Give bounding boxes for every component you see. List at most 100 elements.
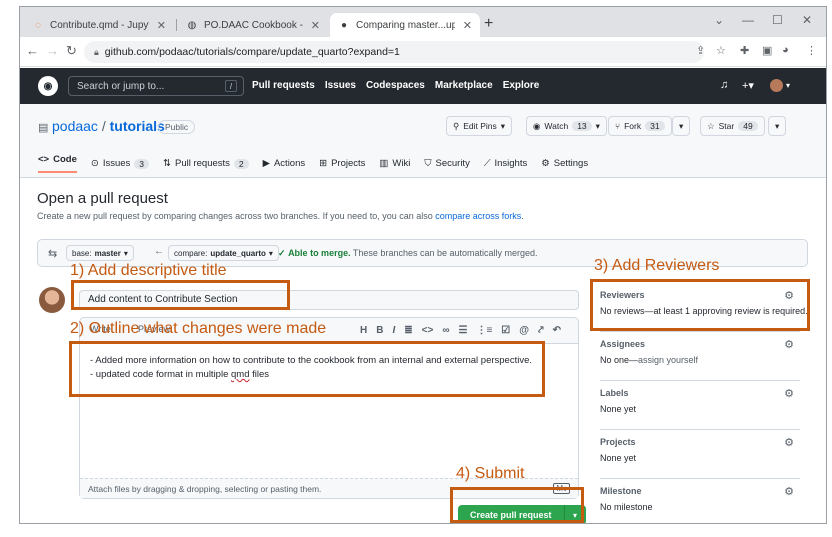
task-list-icon[interactable]: ☑ — [501, 325, 510, 336]
merge-status: ✓ Able to merge. These branches can be a… — [278, 248, 538, 258]
star-button[interactable]: ☆ Star 49 — [700, 116, 765, 136]
code-icon[interactable]: <> — [422, 325, 434, 336]
tab-separator — [176, 19, 177, 31]
code-icon: <> — [38, 154, 50, 165]
gear-icon[interactable]: ⚙ — [784, 338, 794, 351]
github-global-nav: Pull requests Issues Codespaces Marketpl… — [252, 80, 539, 91]
reference-icon[interactable]: ⤤ — [538, 325, 544, 336]
gear-icon[interactable]: ⚙ — [784, 485, 794, 498]
tab-code[interactable]: <> Code — [38, 154, 77, 173]
star-dropdown-button[interactable]: ▾ — [768, 116, 787, 136]
fork-dropdown-button[interactable]: ▾ — [672, 116, 691, 136]
annotation-add-reviewers: 3) Add Reviewers — [594, 257, 720, 274]
side-panel-icon[interactable]: ▣ — [762, 44, 772, 57]
star-icon: ☆ — [707, 120, 715, 131]
link-icon[interactable]: ∞ — [442, 325, 449, 336]
github-icon: ● — [340, 19, 348, 31]
gear-icon[interactable]: ⚙ — [784, 436, 794, 449]
back-icon[interactable]: ← — [26, 43, 39, 58]
tab-actions[interactable]: ▶ Actions — [263, 154, 305, 173]
annotation-outline-changes: 2) Outline what changes were made — [70, 320, 327, 337]
italic-icon[interactable]: I — [392, 325, 395, 336]
annotation-box-reviewers — [590, 279, 810, 331]
quote-icon[interactable]: ≣ — [404, 325, 412, 336]
visibility-badge: Public — [158, 120, 196, 134]
compare-arrows-icon: ⇆ — [48, 248, 58, 260]
watch-button[interactable]: ◉ Watch 13 ▾ — [526, 116, 607, 136]
new-tab-icon[interactable]: + — [484, 15, 493, 33]
pin-icon: ⚲ — [453, 120, 460, 131]
mention-icon[interactable]: @ — [519, 325, 529, 336]
tab-issues[interactable]: ⊙ Issues 3 — [91, 154, 150, 173]
markdown-toolbar: H B I ≣ <> ∞ ☰ ⋮≡ ☑ @ ⤤ ↶ — [360, 325, 561, 336]
table-icon: ⊞ — [319, 158, 328, 169]
minimize-icon[interactable]: — — [742, 13, 754, 27]
gear-icon[interactable]: ⚙ — [784, 387, 794, 400]
chevron-down-icon: ▾ — [500, 120, 506, 131]
author-avatar — [39, 287, 65, 313]
sidebar-assignees: Assignees ⚙ No one—assign yourself — [600, 339, 800, 381]
reload-icon[interactable]: ↻ — [66, 43, 77, 59]
repo-tabs: <> Code ⊙ Issues 3 ⇅ Pull requests 2 ▶ Actions… — [38, 154, 588, 173]
share-icon[interactable]: ⇪ — [696, 44, 705, 57]
forward-icon[interactable]: → — [46, 43, 59, 58]
bulleted-list-icon[interactable]: ☰ — [458, 325, 467, 336]
annotation-box-title — [71, 280, 290, 310]
search-shortcut-key: / — [225, 80, 237, 92]
tab-insights[interactable]: ⟋ Insights — [484, 154, 527, 173]
base-branch-select[interactable]: base: master ▾ — [66, 245, 134, 261]
lock-icon: 🔒︎ — [94, 46, 99, 57]
sidebar-projects: Projects ⚙ None yet — [600, 437, 800, 479]
nav-explore[interactable]: Explore — [503, 80, 540, 91]
chevron-down-icon[interactable]: ▾ — [786, 81, 790, 90]
github-logo-icon[interactable]: ◉ — [38, 76, 58, 96]
search-input[interactable]: Search or jump to... / — [68, 76, 244, 96]
browser-tab-jupyterlab[interactable]: ◌ Contribute.qmd - JupyterLab ✕ — [24, 13, 174, 37]
tab-settings[interactable]: ⚙ Settings — [541, 154, 588, 173]
tab-security[interactable]: ⛉ Security — [424, 154, 469, 173]
tab-pull-requests[interactable]: ⇅ Pull requests 2 — [163, 154, 249, 173]
notifications-bell-icon[interactable]: ♫ — [720, 79, 728, 91]
annotation-add-title: 1) Add descriptive title — [70, 262, 227, 279]
compare-branch-select[interactable]: compare: update_quarto ▾ — [168, 245, 279, 261]
bookmark-star-icon[interactable]: ☆ — [716, 44, 726, 57]
nav-pull-requests[interactable]: Pull requests — [252, 80, 315, 91]
address-bar[interactable]: 🔒︎ github.com/podaac/tutorials/compare/u… — [84, 41, 704, 63]
tab-projects[interactable]: ⊞ Projects — [319, 154, 365, 173]
repo-owner-link[interactable]: podaac — [52, 118, 98, 134]
create-new-plus-icon[interactable]: +▾ — [742, 79, 754, 92]
nav-codespaces[interactable]: Codespaces — [366, 80, 425, 91]
repo-name-link[interactable]: tutorials — [110, 118, 165, 134]
extensions-icon[interactable]: ✚ — [740, 44, 749, 57]
edit-pins-button[interactable]: ⚲ Edit Pins ▾ — [446, 116, 513, 136]
profile-avatar[interactable]: ◕ — [782, 44, 789, 56]
close-tab-icon[interactable]: ✕ — [157, 19, 166, 32]
page-title: Open a pull request — [37, 190, 168, 207]
numbered-list-icon[interactable]: ⋮≡ — [476, 325, 492, 336]
close-tab-icon[interactable]: ✕ — [311, 19, 320, 32]
undo-reply-icon[interactable]: ↶ — [553, 325, 561, 336]
assign-yourself-link[interactable]: assign yourself — [638, 355, 698, 365]
close-window-icon[interactable]: ✕ — [802, 13, 812, 27]
heading-icon[interactable]: H — [360, 325, 367, 336]
browser-tab-strip: ◌ Contribute.qmd - JupyterLab ✕ ◍ PO.DAA… — [20, 7, 826, 37]
tab-search-icon[interactable]: ⌄ — [714, 13, 724, 27]
nav-issues[interactable]: Issues — [325, 80, 356, 91]
nav-marketplace[interactable]: Marketplace — [435, 80, 493, 91]
annotation-box-submit — [450, 487, 584, 523]
annotation-box-body — [69, 341, 545, 397]
menu-kebab-icon[interactable]: ⋮ — [806, 44, 817, 57]
chevron-down-icon: ▾ — [268, 248, 273, 258]
play-icon: ▶ — [262, 158, 270, 169]
graph-icon: ⟋ — [483, 158, 491, 169]
user-avatar[interactable] — [770, 79, 783, 92]
compare-across-forks-link[interactable]: compare across forks — [435, 211, 521, 221]
fork-count: 31 — [645, 121, 665, 131]
fork-button[interactable]: ⑂ Fork 31 — [608, 116, 672, 136]
browser-tab-podaac-cookbook[interactable]: ◍ PO.DAAC Cookbook - Contribute ✕ — [178, 13, 328, 37]
browser-tab-comparing[interactable]: ● Comparing master...update_quar ✕ — [330, 13, 480, 37]
close-tab-icon[interactable]: ✕ — [463, 19, 472, 32]
maximize-icon[interactable]: ☐ — [772, 13, 783, 27]
bold-icon[interactable]: B — [376, 325, 383, 336]
tab-wiki[interactable]: ▥ Wiki — [379, 154, 410, 173]
